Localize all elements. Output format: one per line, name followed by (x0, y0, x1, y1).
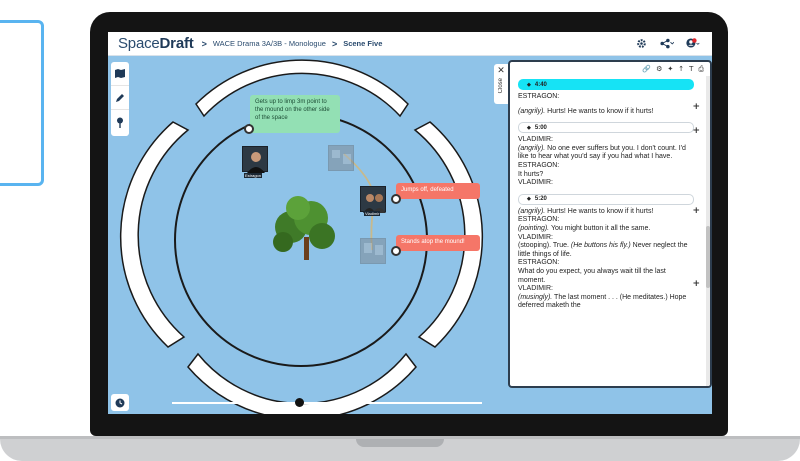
timestamp-marker[interactable]: ◆ 5:20 (518, 193, 694, 205)
laptop-base (0, 436, 800, 461)
stage-note-jumps[interactable]: Jumps off, defeated (396, 183, 480, 199)
timeline-track (172, 402, 482, 404)
left-toolbar (111, 62, 129, 136)
note-pin[interactable] (391, 246, 401, 256)
side-card-frame (0, 20, 44, 186)
pin-icon[interactable] (111, 110, 129, 134)
stage-note-stands[interactable]: Stands atop the mound! (396, 235, 480, 251)
add-icon[interactable]: + (692, 126, 700, 136)
settings-icon[interactable]: ⚙ (656, 65, 662, 73)
script-line: (stooping). True. (He buttons his fly.) … (518, 242, 688, 258)
script-line: What do you expect, you always wait till… (518, 267, 666, 284)
close-panel-button[interactable]: ✕ Close (494, 64, 508, 104)
actor-vladimir-label: Vladimir (364, 211, 381, 216)
script-line: It hurts? (518, 170, 544, 178)
script-speaker: VLADIMIR: (518, 179, 554, 187)
add-icon[interactable]: + (692, 206, 700, 216)
actor-estragon[interactable] (242, 146, 268, 173)
tree-icon (273, 196, 335, 260)
actor-vladimir[interactable] (360, 186, 386, 213)
scrollbar-thumb[interactable] (706, 226, 710, 288)
timeline-slider[interactable] (172, 398, 482, 407)
script-panel: 🔗 ⚙ ✦ ↑ T ⎙ ◆ 4:40 ESTRAGON: + (angrily).… (508, 60, 712, 388)
add-icon[interactable]: + (692, 279, 700, 289)
stage-note-green[interactable]: Gets up to limp 3m point to the mound on… (250, 95, 340, 133)
script-line: (angrily). Hurts! He wants to know if it… (518, 207, 654, 215)
script-speaker: ESTRAGON: (518, 93, 560, 100)
script-speaker: VLADIMIR: (518, 233, 554, 241)
panel-scrollbar[interactable] (706, 76, 710, 386)
timestamp-marker[interactable]: ◆ 4:40 (518, 79, 694, 90)
script-speaker: ESTRAGON: (518, 259, 560, 267)
map-icon[interactable] (111, 62, 129, 86)
script-speaker: VLADIMIR: (518, 136, 554, 144)
script-line: (pointing). You might button it all the … (518, 224, 651, 232)
pin-icon[interactable]: ✦ (667, 65, 673, 73)
panel-toolbar: 🔗 ⚙ ✦ ↑ T ⎙ (510, 62, 710, 76)
print-icon[interactable]: ⎙ (698, 65, 704, 74)
script-line: (angrily). No one ever suffers but you. … (518, 144, 686, 161)
clock-icon[interactable] (111, 394, 129, 411)
script-body: ◆ 4:40 ESTRAGON: + (angrily). Hurts! He w… (510, 76, 706, 386)
pencil-icon[interactable] (111, 86, 129, 110)
laptop-notch (356, 439, 444, 447)
actor-estragon-label: Estragon (244, 173, 263, 178)
script-speaker: ESTRAGON: (518, 216, 560, 224)
script-speaker: VLADIMIR: (518, 285, 554, 293)
actor-ghost-position-2[interactable] (360, 238, 386, 264)
note-pin[interactable] (244, 124, 254, 134)
note-pin[interactable] (391, 194, 401, 204)
ring-segment-left (119, 121, 190, 348)
link-icon[interactable]: 🔗 (642, 65, 651, 73)
close-label: Close (498, 78, 504, 94)
close-icon: ✕ (497, 66, 505, 76)
text-icon[interactable]: T (689, 65, 693, 73)
arrow-up-icon[interactable]: ↑ (678, 65, 684, 73)
app-screen: SpaceDraft > WACE Drama 3A/3B - Monologu… (108, 32, 712, 414)
timestamp-marker[interactable]: ◆ 5:00 (518, 122, 694, 134)
promo-canvas: SpaceDraft > WACE Drama 3A/3B - Monologu… (0, 0, 800, 461)
script-line: (angrily). Hurts! He wants to know if it… (518, 107, 654, 115)
script-speaker: ESTRAGON: (518, 161, 560, 169)
add-icon[interactable]: + (692, 102, 700, 112)
script-line: (musingly). The last moment . . . (He me… (518, 293, 687, 310)
actor-ghost-position[interactable] (328, 145, 354, 171)
inner-stage-circle (174, 113, 428, 367)
